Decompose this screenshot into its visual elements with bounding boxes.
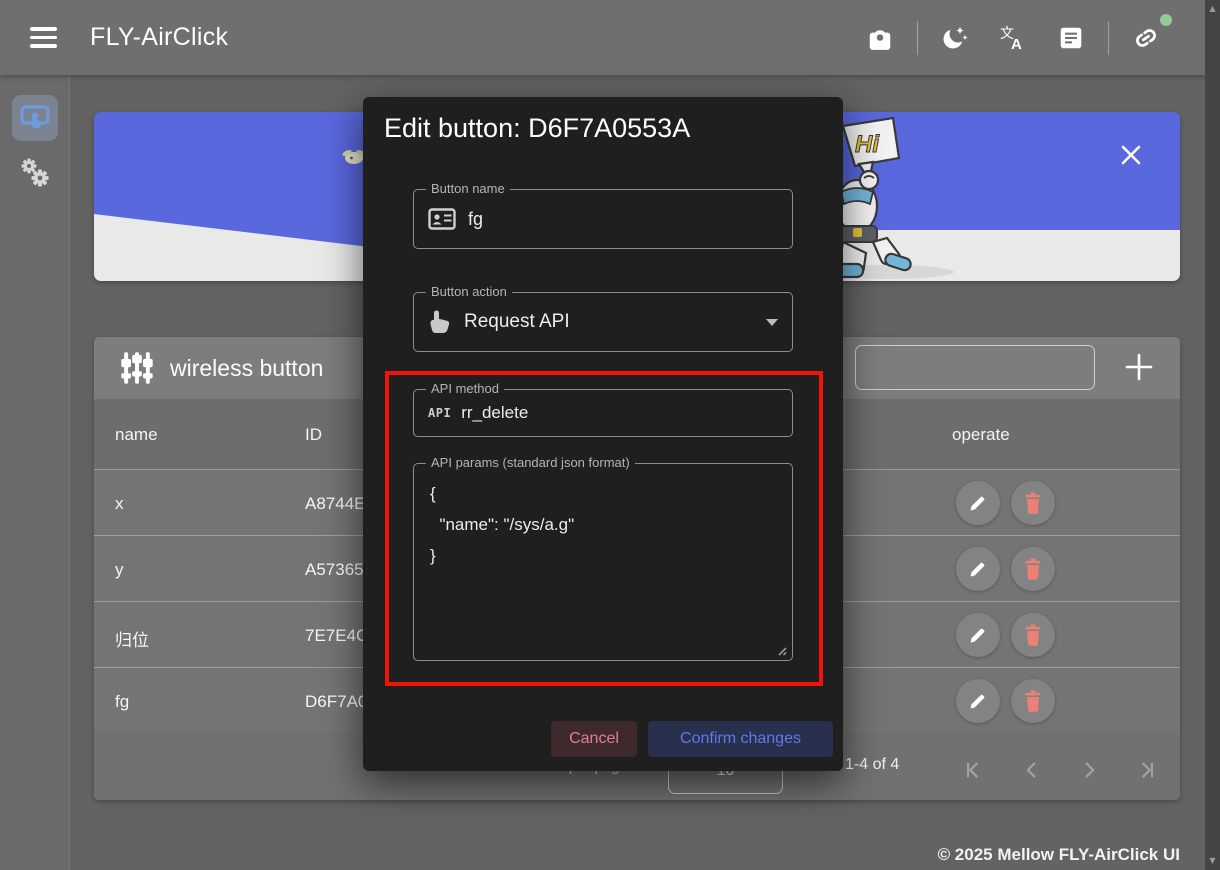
edit-row-button[interactable] [956, 547, 1000, 591]
api-method-field[interactable]: API method API rr_delete [413, 389, 793, 437]
edit-button-dialog: Edit button: D6F7A0553A Button name fg B… [363, 97, 843, 771]
button-name-field[interactable]: Button name fg [413, 189, 793, 249]
column-header-name: name [115, 425, 158, 445]
divider [917, 21, 918, 55]
cancel-button[interactable]: Cancel [551, 721, 637, 757]
first-page-icon [963, 759, 985, 781]
api-params-value[interactable]: { "name": "/sys/a.g" } [430, 478, 574, 571]
delete-row-button[interactable] [1011, 547, 1055, 591]
scroll-down-arrow[interactable]: ▼ [1205, 854, 1220, 868]
banner-close-button[interactable] [1115, 139, 1147, 171]
pencil-icon [968, 559, 988, 579]
row-name: fg [115, 692, 129, 712]
dark-mode-moon-icon[interactable] [933, 16, 977, 60]
svg-text:A: A [1011, 36, 1022, 53]
touch-screen-icon [19, 102, 51, 134]
scroll-up-arrow[interactable]: ▲ [1205, 2, 1220, 16]
sidebar-nav [0, 75, 70, 870]
previous-page-button[interactable] [1012, 750, 1052, 790]
last-page-icon [1135, 759, 1157, 781]
trash-icon [1023, 492, 1043, 514]
divider [1108, 21, 1109, 55]
row-id: A8744E [305, 494, 366, 514]
api-method-label: API method [426, 381, 504, 396]
pencil-icon [968, 625, 988, 645]
sidebar-item-settings[interactable] [12, 150, 58, 196]
row-id: A57365 [305, 560, 364, 580]
delete-row-button[interactable] [1011, 481, 1055, 525]
delete-row-button[interactable] [1011, 679, 1055, 723]
sidebar-item-remote-touch[interactable] [12, 95, 58, 141]
close-icon [1119, 143, 1143, 167]
svg-text:Hi: Hi [855, 131, 880, 158]
trash-icon [1023, 690, 1043, 712]
button-action-value: Request API [464, 311, 570, 333]
button-name-label: Button name [426, 181, 510, 196]
footer-copyright: © 2025 Mellow FLY-AirClick UI [938, 845, 1180, 865]
page-range-label: 1-4 of 4 [845, 756, 899, 774]
pencil-icon [968, 691, 988, 711]
row-name: 归位 [115, 626, 149, 651]
app-title: FLY-AirClick [90, 23, 228, 52]
plus-icon [1124, 352, 1154, 382]
chevron-down-icon [766, 319, 778, 326]
dialog-title: Edit button: D6F7A0553A [384, 113, 690, 144]
api-params-label: API params (standard json format) [426, 455, 635, 470]
docs-article-icon[interactable] [1049, 16, 1093, 60]
tune-faders-icon [120, 351, 154, 385]
resize-grip-icon[interactable] [776, 645, 787, 656]
edit-row-button[interactable] [956, 613, 1000, 657]
menu-icon[interactable] [20, 15, 66, 61]
gears-icon [17, 155, 53, 191]
app-bar: FLY-AirClick 文 [0, 0, 1220, 75]
trash-icon [1023, 624, 1043, 646]
dialog-actions: Cancel Confirm changes [363, 721, 843, 757]
row-name: x [115, 494, 124, 514]
pencil-icon [968, 493, 988, 513]
shopping-bag-icon[interactable] [858, 16, 902, 60]
chevron-right-icon [1078, 759, 1100, 781]
app-root: FLY-AirClick 文 [0, 0, 1220, 870]
api-method-value: rr_delete [461, 403, 528, 423]
api-text-icon: API [428, 406, 451, 420]
add-button[interactable] [1116, 344, 1162, 390]
next-page-button[interactable] [1069, 750, 1109, 790]
translate-icon[interactable]: 文 A [991, 16, 1035, 60]
card-title: wireless button [170, 355, 323, 382]
chevron-left-icon [1021, 759, 1043, 781]
badge-card-icon [428, 208, 456, 230]
api-params-textarea[interactable]: API params (standard json format) { "nam… [413, 463, 793, 661]
row-id: 7E7E4C [305, 626, 368, 646]
tap-gesture-icon [428, 309, 452, 335]
row-id: D6F7A0 [305, 692, 367, 712]
row-name: y [115, 560, 124, 580]
connection-status-dot [1160, 14, 1172, 26]
column-header-id: ID [305, 425, 322, 445]
edit-row-button[interactable] [956, 481, 1000, 525]
edit-row-button[interactable] [956, 679, 1000, 723]
button-action-label: Button action [426, 284, 512, 299]
last-page-button[interactable] [1126, 750, 1166, 790]
column-header-operate: operate [952, 425, 1010, 445]
appbar-actions: 文 A [851, 16, 1175, 60]
confirm-changes-button[interactable]: Confirm changes [648, 721, 833, 757]
trash-icon [1023, 558, 1043, 580]
delete-row-button[interactable] [1011, 613, 1055, 657]
link-icon[interactable] [1124, 16, 1168, 60]
first-page-button[interactable] [954, 750, 994, 790]
button-action-select[interactable]: Button action Request API [413, 292, 793, 352]
page-scrollbar[interactable]: ▲ ▼ [1205, 0, 1220, 870]
button-name-value: fg [468, 209, 483, 230]
new-button-name-input[interactable] [855, 345, 1095, 390]
